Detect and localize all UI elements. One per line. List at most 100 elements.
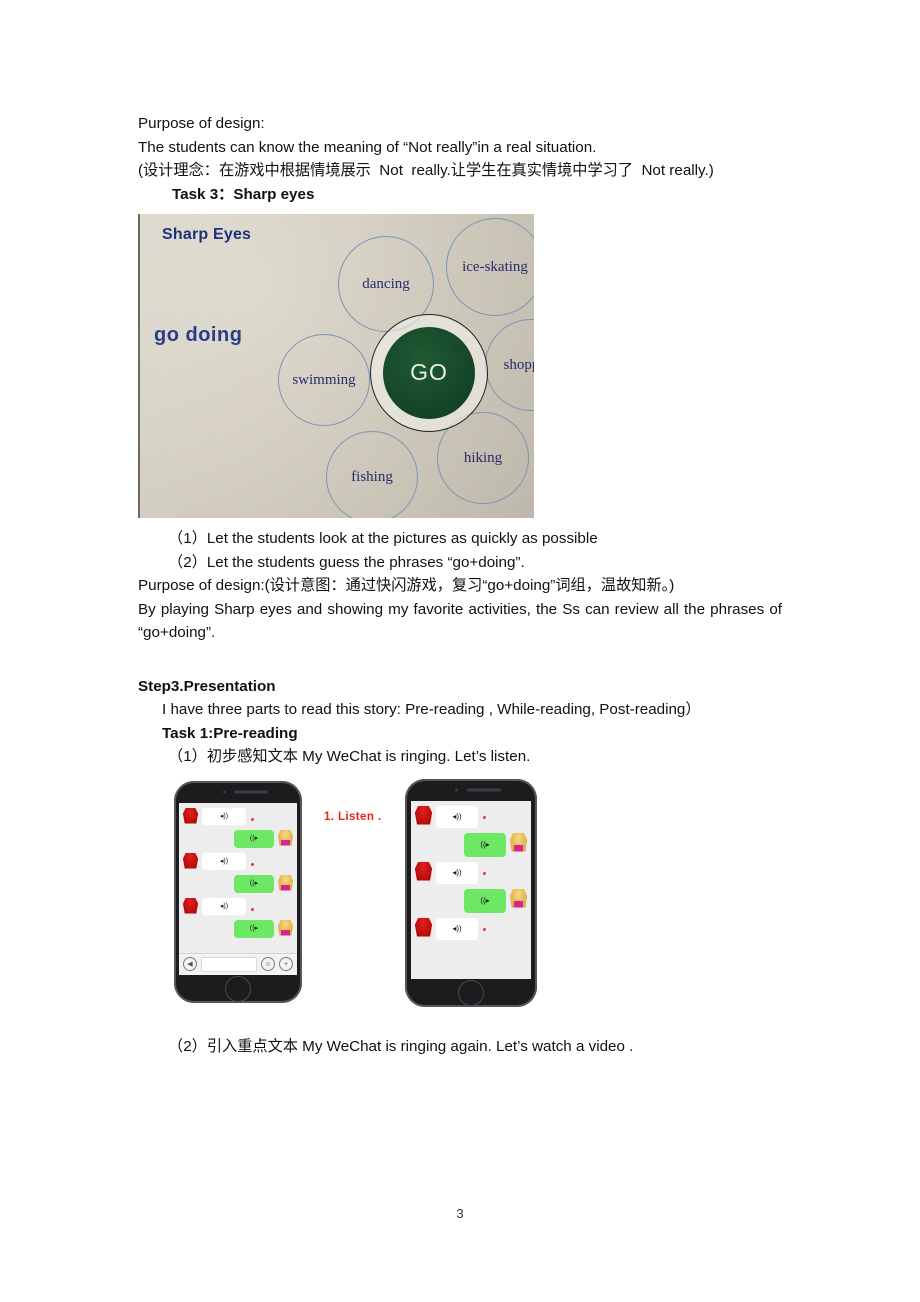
girl-avatar[interactable] <box>510 832 527 852</box>
chat-message-incoming[interactable]: ◂)) <box>183 852 293 870</box>
phone-screenshots-figure: ◂)) ((▸ ◂)) ((▸ ◂)) ((▸ ◀ ☺ + 1. Listen . ◂)) ((▸… <box>138 778 782 1015</box>
chat-message-incoming[interactable]: ◂)) <box>183 897 293 915</box>
chat-message-incoming[interactable]: ◂)) <box>415 861 527 884</box>
unread-dot <box>251 862 254 866</box>
phone-right-bottom-bezel <box>405 979 537 1007</box>
phone-left-bottom-bezel <box>174 975 302 1003</box>
go-center-circle: GO <box>382 326 476 420</box>
purpose-line-en-1: The students can know the meaning of “No… <box>138 138 597 156</box>
document-page: Purpose of design: The students can know… <box>0 0 920 1302</box>
chat-message-incoming[interactable]: ◂)) <box>415 917 527 940</box>
chat-text-input[interactable] <box>201 956 257 972</box>
go-center-label: GO <box>410 359 448 386</box>
voice-message-bubble[interactable]: ((▸ <box>234 874 274 893</box>
step3-item-2: （2）引入重点文本 My WeChat is ringing again. Le… <box>168 1037 634 1055</box>
unread-dot <box>251 817 254 821</box>
chat-message-outgoing[interactable]: ((▸ <box>183 829 293 848</box>
purpose-heading-1: Purpose of design: <box>138 115 265 132</box>
red-figure-avatar[interactable] <box>415 917 432 937</box>
red-figure-avatar[interactable] <box>183 897 198 914</box>
home-button[interactable] <box>225 975 251 1002</box>
phone-mockup-right: ◂)) ((▸ ◂)) ((▸ ◂)) <box>405 778 537 1007</box>
speaker-icon: ◂)) <box>219 902 229 910</box>
speaker-icon: ◂)) <box>452 923 462 933</box>
chat-message-outgoing[interactable]: ((▸ <box>415 832 527 857</box>
girl-avatar[interactable] <box>510 888 527 908</box>
girl-avatar[interactable] <box>278 829 293 846</box>
phone-left-top-bezel <box>174 781 302 803</box>
sharp-eyes-photo: Sharp Eyes go doing dancing ice-skating sh… <box>138 214 534 518</box>
voice-message-bubble[interactable]: ◂)) <box>436 861 478 884</box>
step3-heading: Step3.Presentation <box>138 677 276 695</box>
voice-message-bubble[interactable]: ((▸ <box>234 919 274 938</box>
speaker-icon: ◂)) <box>219 812 229 820</box>
activity-bubble-label: swimming <box>292 371 356 388</box>
activity-bubble-label: dancing <box>362 275 410 292</box>
page-content: Purpose of design: The students can know… <box>138 112 782 1058</box>
speaker-icon: ((▸ <box>480 839 490 849</box>
step3-item-1: （1）初步感知文本 My WeChat is ringing. Let’s li… <box>168 748 531 765</box>
voice-message-bubble[interactable]: ((▸ <box>234 829 274 848</box>
phone-right-top-bezel <box>405 779 537 801</box>
purpose-line-cn-1: (设计理念：在游戏中根据情境展示 Not really.让学生在真实情境中学习了… <box>138 162 714 179</box>
chat-message-outgoing[interactable]: ((▸ <box>183 919 293 938</box>
voice-message-bubble[interactable]: ((▸ <box>464 832 506 857</box>
earpiece-speaker-icon <box>234 790 269 793</box>
task-3-label: Task 3：Sharp eyes <box>172 185 315 203</box>
unread-dot <box>483 871 486 875</box>
red-figure-avatar[interactable] <box>415 805 432 825</box>
chat-message-outgoing[interactable]: ((▸ <box>415 888 527 913</box>
go-center-ring: GO <box>370 314 488 432</box>
voice-message-bubble[interactable]: ◂)) <box>202 852 246 870</box>
girl-avatar[interactable] <box>278 919 293 936</box>
camera-icon <box>455 788 459 791</box>
voice-message-bubble[interactable]: ◂)) <box>202 807 246 825</box>
unread-dot <box>483 927 486 931</box>
phone-right-screen: ◂)) ((▸ ◂)) ((▸ ◂)) <box>411 800 531 979</box>
voice-icon[interactable]: ◀ <box>183 957 197 971</box>
girl-avatar[interactable] <box>278 874 293 891</box>
activity-bubble-label: hiking <box>463 449 503 466</box>
speaker-icon: ◂)) <box>452 811 462 821</box>
red-figure-avatar[interactable] <box>415 861 432 881</box>
speaker-icon: ◂)) <box>452 867 462 877</box>
speaker-icon: ((▸ <box>249 835 259 842</box>
activity-bubble-swimming: swimming <box>278 334 370 426</box>
red-figure-avatar[interactable] <box>183 807 198 824</box>
unread-dot <box>483 815 486 819</box>
chat-message-outgoing[interactable]: ((▸ <box>183 874 293 893</box>
step-item-2: （2）Let the students guess the phrases “g… <box>168 553 525 571</box>
phone-mockup-left: ◂)) ((▸ ◂)) ((▸ ◂)) ((▸ ◀ ☺ + <box>174 780 302 1003</box>
red-figure-avatar[interactable] <box>183 852 198 869</box>
speaker-icon: ((▸ <box>480 895 490 905</box>
activity-bubble-shopping: shopping <box>485 319 534 411</box>
speaker-icon: ((▸ <box>249 925 259 932</box>
speaker-icon: ((▸ <box>249 880 259 887</box>
phone-left-screen: ◂)) ((▸ ◂)) ((▸ ◂)) ((▸ ◀ ☺ + <box>179 802 297 975</box>
voice-message-bubble[interactable]: ◂)) <box>202 897 246 915</box>
activity-bubble-ice-skating: ice-skating <box>446 218 534 316</box>
page-number: 3 <box>456 1206 464 1221</box>
activity-bubble-label: fishing <box>351 468 393 485</box>
activity-bubble-fishing: fishing <box>326 431 418 518</box>
go-doing-label: go doing <box>154 324 243 346</box>
activity-bubble-label: ice-skating <box>462 258 528 275</box>
camera-icon <box>222 790 226 793</box>
sharp-eyes-figure: Sharp Eyes go doing dancing ice-skating sh… <box>138 214 534 518</box>
unread-dot <box>251 907 254 911</box>
purpose-line-en-2: By playing Sharp eyes and showing my fav… <box>138 600 787 642</box>
emoji-icon[interactable]: ☺ <box>261 957 275 971</box>
voice-message-bubble[interactable]: ◂)) <box>436 805 478 828</box>
chat-input-bar: ◀ ☺ + <box>179 952 297 975</box>
home-button[interactable] <box>458 979 484 1006</box>
chat-message-incoming[interactable]: ◂)) <box>183 807 293 825</box>
task-1-label: Task 1:Pre-reading <box>162 724 298 742</box>
earpiece-speaker-icon <box>467 788 502 791</box>
voice-message-bubble[interactable]: ◂)) <box>436 917 478 940</box>
plus-icon[interactable]: + <box>279 957 293 971</box>
step3-intro: I have three parts to read this story: P… <box>162 701 701 718</box>
purpose-line-cn-2: Purpose of design:(设计意图：通过快闪游戏，复习“go+doi… <box>138 577 675 594</box>
chat-message-incoming[interactable]: ◂)) <box>415 805 527 828</box>
sharp-eyes-title: Sharp Eyes <box>162 226 252 243</box>
voice-message-bubble[interactable]: ((▸ <box>464 888 506 913</box>
